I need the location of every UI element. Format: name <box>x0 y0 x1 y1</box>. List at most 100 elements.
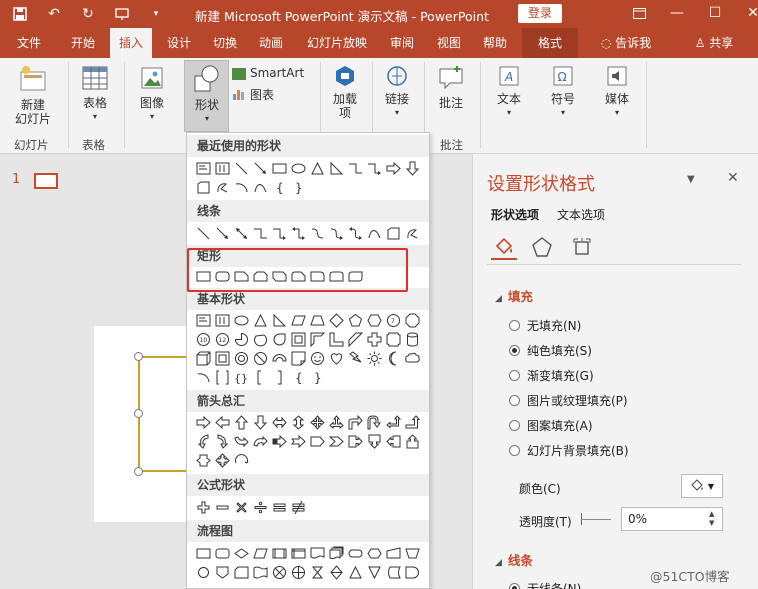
right-triangle-shape[interactable] <box>328 160 345 177</box>
bevel-shape[interactable] <box>214 350 231 367</box>
vertical-textbox-shape[interactable] <box>214 160 231 177</box>
no-symbol-shape[interactable] <box>252 350 269 367</box>
textbox-shape[interactable] <box>195 160 212 177</box>
text-button[interactable]: A 文本 ▾ <box>488 64 530 120</box>
arc-shape[interactable] <box>233 179 250 196</box>
link-button[interactable]: 链接 ▾ <box>376 64 418 120</box>
flowchart-document-shape[interactable] <box>309 545 326 562</box>
scribble-shape[interactable] <box>404 225 421 242</box>
line-section-header[interactable]: ◢ 线条 <box>495 550 533 569</box>
arc-shape[interactable] <box>195 369 212 386</box>
image-button[interactable]: 图像 ▾ <box>130 64 174 124</box>
flowchart-process-shape[interactable] <box>195 545 212 562</box>
textbox-shape[interactable] <box>195 312 212 329</box>
decagon-shape[interactable]: 10 <box>195 331 212 348</box>
down-arrow-shape[interactable] <box>252 414 269 431</box>
frame-shape[interactable] <box>290 331 307 348</box>
elbow-arrow-shape[interactable] <box>366 160 383 177</box>
right-arrow-shape[interactable] <box>385 160 402 177</box>
left-right-arrow-shape[interactable] <box>271 414 288 431</box>
save-icon[interactable] <box>10 4 30 24</box>
addins-button[interactable]: 加载 项 <box>326 64 364 120</box>
radio-pattern-fill[interactable]: 图案填充(A) <box>509 417 593 434</box>
cube-shape[interactable] <box>195 350 212 367</box>
resize-handle[interactable] <box>134 352 143 361</box>
flowchart-stored-data-shape[interactable] <box>385 564 402 581</box>
tab-view[interactable]: 视图 <box>428 28 470 58</box>
flowchart-predefined-process-shape[interactable] <box>271 545 288 562</box>
radio-solid-fill[interactable]: 纯色填充(S) <box>509 342 592 359</box>
divide-shape[interactable] <box>252 499 269 516</box>
radio-no-fill[interactable]: 无填充(N) <box>509 317 581 334</box>
curve-shape[interactable] <box>366 225 383 242</box>
folded-corner-shape[interactable] <box>290 350 307 367</box>
login-button[interactable]: 登录 <box>518 4 562 23</box>
right-brace-shape[interactable]: } <box>290 179 307 196</box>
flowchart-alternate-process-shape[interactable] <box>214 545 231 562</box>
right-arrow-shape[interactable] <box>195 414 212 431</box>
double-brace-shape[interactable]: {} <box>233 369 250 386</box>
slide-thumbnail[interactable] <box>34 173 58 189</box>
triangle-shape[interactable] <box>252 312 269 329</box>
tab-review[interactable]: 审阅 <box>382 28 422 58</box>
left-right-up-arrow-shape[interactable] <box>328 414 345 431</box>
pie-shape[interactable] <box>233 331 250 348</box>
curved-left-arrow-shape[interactable] <box>214 433 231 450</box>
sun-shape[interactable] <box>366 350 383 367</box>
pane-close-icon[interactable]: ✕ <box>727 170 739 186</box>
tab-home[interactable]: 开始 <box>62 28 104 58</box>
tab-text-options[interactable]: 文本选项 <box>557 206 605 223</box>
lightning-bolt-shape[interactable] <box>347 350 364 367</box>
tab-file[interactable]: 文件 <box>8 28 50 58</box>
chevron-shape[interactable] <box>328 433 345 450</box>
comment-button[interactable]: 批注 <box>430 64 472 110</box>
down-arrow-shape[interactable] <box>404 160 421 177</box>
flowchart-internal-storage-shape[interactable] <box>290 545 307 562</box>
right-bracket-shape[interactable] <box>271 369 288 386</box>
flowchart-punched-tape-shape[interactable] <box>252 564 269 581</box>
radio-gradient-fill[interactable]: 渐变填充(G) <box>509 367 594 384</box>
oval-shape[interactable] <box>290 160 307 177</box>
transparency-slider[interactable] <box>581 519 611 520</box>
flowchart-data-shape[interactable] <box>252 545 269 562</box>
flowchart-offpage-connector-shape[interactable] <box>214 564 231 581</box>
tab-shape-options[interactable]: 形状选项 <box>491 206 539 223</box>
flowchart-sort-shape[interactable] <box>328 564 345 581</box>
resize-handle[interactable] <box>134 409 143 418</box>
curved-right-arrow-shape[interactable] <box>195 433 212 450</box>
media-button[interactable]: 媒体 ▾ <box>596 64 638 120</box>
tab-insert[interactable]: 插入 <box>110 28 152 58</box>
flowchart-collate-shape[interactable] <box>309 564 326 581</box>
arrow-line-shape[interactable] <box>214 225 231 242</box>
curved-connector-shape[interactable] <box>309 225 326 242</box>
radio-picture-fill[interactable]: 图片或纹理填充(P) <box>509 392 628 409</box>
heptagon-shape[interactable]: 7 <box>385 312 402 329</box>
diagonal-stripe-shape[interactable] <box>347 331 364 348</box>
selected-shape[interactable] <box>138 356 188 472</box>
flowchart-or-shape[interactable] <box>290 564 307 581</box>
equal-shape[interactable] <box>271 499 288 516</box>
customize-qat-icon[interactable]: ▾ <box>146 4 166 24</box>
flowchart-manual-operation-shape[interactable] <box>404 545 421 562</box>
table-button[interactable]: 表格 ▾ <box>74 64 116 124</box>
pane-options-icon[interactable]: ▼ <box>687 174 695 185</box>
flowchart-terminator-shape[interactable] <box>347 545 364 562</box>
multiply-shape[interactable] <box>233 499 250 516</box>
bent-arrow-shape[interactable] <box>347 414 364 431</box>
size-properties-icon[interactable] <box>569 234 595 260</box>
cross-shape[interactable] <box>366 331 383 348</box>
quad-arrow-callout-shape[interactable] <box>214 452 231 469</box>
block-arc-shape[interactable] <box>271 350 288 367</box>
flowchart-card-shape[interactable] <box>233 564 250 581</box>
freeform-shape[interactable] <box>214 179 231 196</box>
diamond-shape[interactable] <box>328 312 345 329</box>
curved-arrow-connector-shape[interactable] <box>328 225 345 242</box>
triangle-shape[interactable] <box>309 160 326 177</box>
oval-shape[interactable] <box>233 312 250 329</box>
tab-animations[interactable]: 动画 <box>250 28 292 58</box>
moon-shape[interactable] <box>385 350 402 367</box>
minus-shape[interactable] <box>214 499 231 516</box>
flowchart-preparation-shape[interactable] <box>366 545 383 562</box>
bent-up-arrow-shape[interactable] <box>404 414 421 431</box>
flowchart-extract-shape[interactable] <box>347 564 364 581</box>
